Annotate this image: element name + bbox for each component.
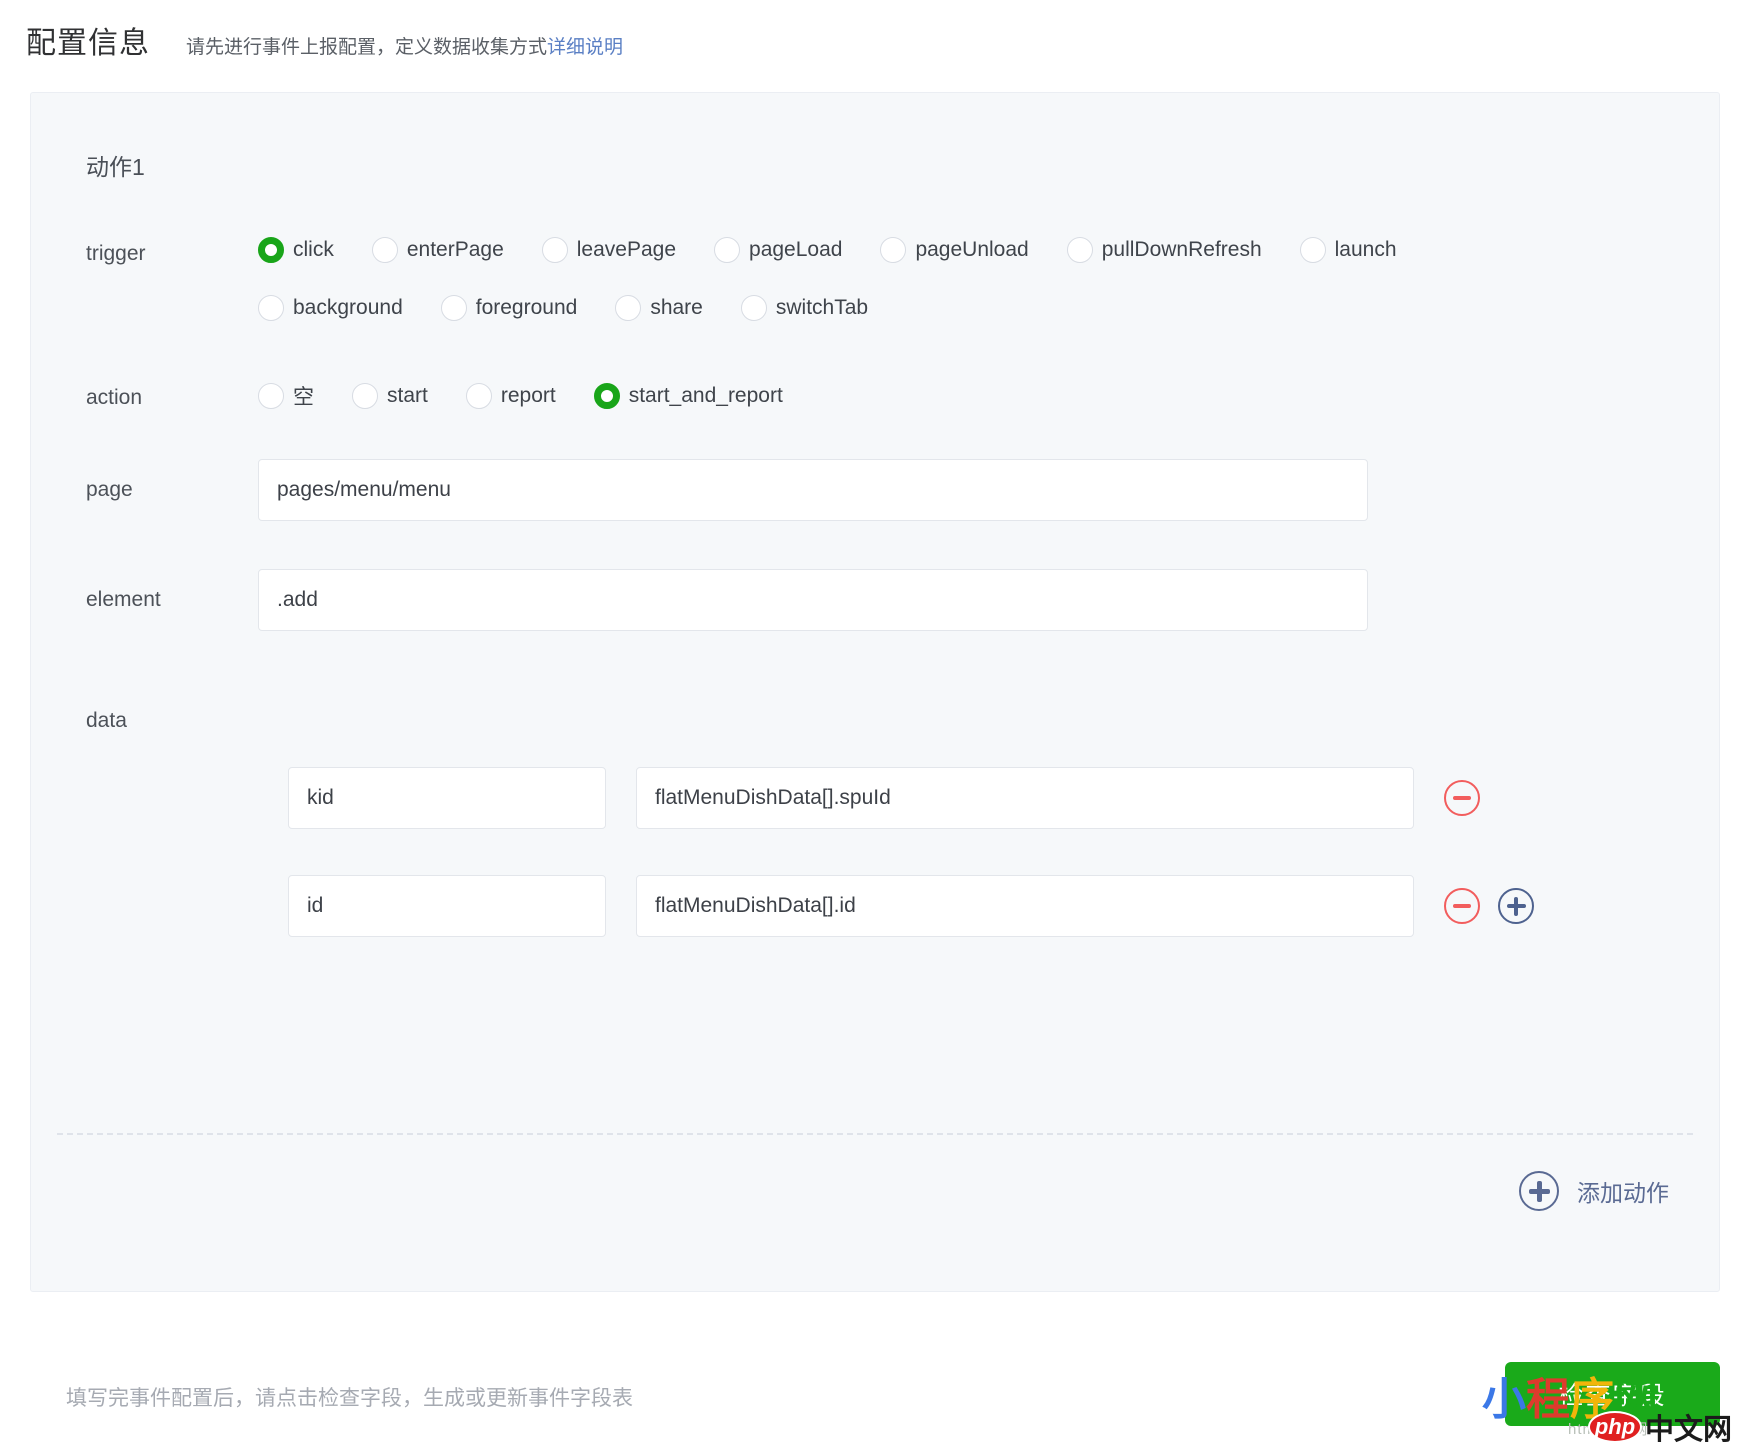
plus-circle-icon[interactable] [1498,888,1534,924]
trigger-radio-pageunload[interactable]: pageUnload [880,237,1029,263]
trigger-radio-click[interactable]: click [258,237,334,263]
page-footer: 填写完事件配置后，请点击检查字段，生成或更新事件字段表 检查字段 小程序网 ht… [0,1344,1744,1456]
action-label-start-and-report: start_and_report [628,384,783,407]
trigger-label-leavepage: leavePage [576,238,677,261]
trigger-radio-foreground[interactable]: foreground [440,295,578,321]
trigger-radio-background[interactable]: background [258,295,403,321]
page-input[interactable] [258,459,1368,521]
radio-dot-icon [541,237,568,263]
radio-dot-icon [352,383,378,409]
action-panel: 动作1 trigger click enterPage leavePage pa… [30,92,1720,1292]
data-key-input[interactable] [288,767,606,829]
add-action-label: 添加动作 [1577,1180,1669,1206]
plus-circle-icon [1519,1171,1559,1211]
data-label: data [86,709,127,732]
action-radio-report[interactable]: report [465,383,556,409]
trigger-label-background: background [293,296,403,319]
trigger-radio-pageload[interactable]: pageLoad [714,237,842,263]
radio-dot-icon [1299,237,1326,263]
radio-dot-icon [465,383,492,409]
radio-dot-icon [714,237,741,263]
trigger-radio-switchtab[interactable]: switchTab [740,295,869,321]
data-value-input[interactable] [636,767,1414,829]
page-subtitle: 请先进行事件上报配置，定义数据收集方式详细说明 [186,32,623,59]
action-radio-start-and-report[interactable]: start_and_report [593,383,783,409]
trigger-label-click: click [293,238,334,261]
radio-dot-icon [593,383,620,409]
element-label: element [86,588,161,611]
trigger-options: click enterPage leavePage pageLoad pageU… [258,237,1719,321]
trigger-radio-launch[interactable]: launch [1299,237,1397,263]
trigger-label-foreground: foreground [475,296,578,319]
add-action-button[interactable]: 添加动作 [1519,1171,1669,1211]
action-row: action 空 start report start_and_report [31,381,1719,411]
action-label-report: report [500,384,556,407]
page-label: page [86,478,133,501]
action-group-title: 动作1 [86,154,145,180]
data-value-input[interactable] [636,875,1414,937]
trigger-label-pageload: pageLoad [749,238,843,261]
trigger-options-line-1: click enterPage leavePage pageLoad pageU… [258,237,1719,263]
trigger-radio-leavepage[interactable]: leavePage [541,237,677,263]
trigger-label: trigger [86,242,146,265]
trigger-label-share: share [650,296,703,319]
trigger-label-launch: launch [1334,238,1397,261]
action-label: action [86,386,143,409]
radio-dot-icon [740,295,767,321]
radio-dot-icon [880,237,907,263]
trigger-options-line-2: background foreground share switchTab [258,295,1719,321]
trigger-label-pulldownrefresh: pullDownRefresh [1101,238,1262,261]
radio-dot-icon [1066,237,1093,263]
trigger-row: trigger click enterPage leavePage pageLo… [31,237,1719,321]
radio-dot-icon [615,295,642,321]
radio-dot-icon [258,383,284,409]
trigger-radio-share[interactable]: share [615,295,703,321]
action-options: 空 start report start_and_report [258,381,1719,411]
subtitle-text: 请先进行事件上报配置，定义数据收集方式 [186,37,548,58]
trigger-label-pageunload: pageUnload [915,238,1029,261]
detail-doc-link[interactable]: 详细说明 [547,37,623,58]
trigger-label-enterpage: enterPage [406,238,504,261]
data-row [288,767,1719,829]
data-rows [31,767,1719,937]
check-fields-button[interactable]: 检查字段 [1505,1362,1720,1426]
page-title: 配置信息 [26,27,150,60]
trigger-label-switchtab: switchTab [775,296,869,319]
minus-circle-icon[interactable] [1444,888,1480,924]
page-header: 配置信息 请先进行事件上报配置，定义数据收集方式详细说明 [0,0,1744,72]
trigger-radio-pulldownrefresh[interactable]: pullDownRefresh [1066,237,1262,263]
page-field-row: page [31,459,1719,521]
radio-dot-icon [440,295,467,321]
data-key-input[interactable] [288,875,606,937]
section-divider [57,1133,1693,1135]
config-page: 配置信息 请先进行事件上报配置，定义数据收集方式详细说明 动作1 trigger… [0,0,1744,1456]
element-field-row: element [31,569,1719,631]
radio-dot-icon [258,295,284,321]
data-row [288,875,1719,937]
action-radio-empty[interactable]: 空 [258,381,314,411]
element-input[interactable] [258,569,1368,631]
action-label-start: start [387,384,428,407]
minus-circle-icon[interactable] [1444,780,1480,816]
action-radio-start[interactable]: start [352,383,428,409]
radio-dot-icon [371,237,398,263]
action-label-empty: 空 [293,386,314,409]
trigger-radio-enterpage[interactable]: enterPage [371,237,504,263]
radio-dot-icon [258,237,284,263]
footer-hint: 填写完事件配置后，请点击检查字段，生成或更新事件字段表 [66,1387,633,1410]
action-options-line: 空 start report start_and_report [258,381,1719,411]
